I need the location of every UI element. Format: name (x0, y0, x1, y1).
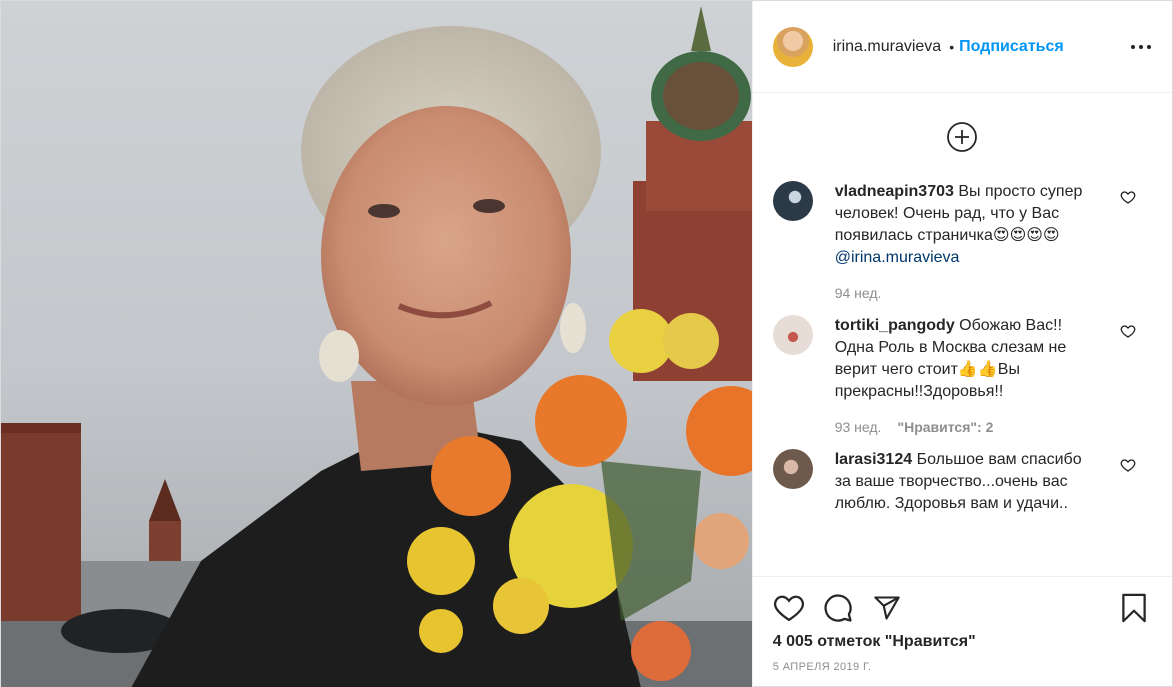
bookmark-icon[interactable] (1118, 592, 1150, 624)
comment-mention[interactable]: @irina.muravieva (835, 249, 960, 266)
more-options-icon[interactable] (1130, 36, 1152, 58)
comment-icon[interactable] (822, 592, 854, 624)
instagram-post: irina.muravieva • Подписаться vladneapin… (0, 0, 1173, 687)
comment-item: larasi3124 Большое вам спасибо за ваше т… (753, 449, 1172, 515)
likes-count[interactable]: 4 005 отметок "Нравится" (773, 633, 1152, 651)
comment-meta: 94 нед. (835, 285, 1097, 301)
comment-meta: 93 нед. "Нравится": 2 (835, 419, 1097, 435)
comment-like-heart-icon[interactable] (1120, 323, 1136, 339)
comment-username[interactable]: tortiki_pangody (835, 317, 955, 334)
paper-plane-icon[interactable] (871, 592, 903, 624)
post-date[interactable]: 5 апреля 2019 г. (773, 661, 1152, 673)
comments-list[interactable]: vladneapin3703 Вы просто супер человек! … (753, 93, 1172, 576)
comment-text: vladneapin3703 Вы просто супер человек! … (835, 181, 1097, 269)
comment-avatar[interactable] (772, 181, 813, 221)
comment-time[interactable]: 93 нед. (835, 419, 882, 435)
follow-button[interactable]: Подписаться (959, 38, 1064, 56)
comment-avatar[interactable] (772, 449, 813, 489)
post-actions-area: 4 005 отметок "Нравится" 5 апреля 2019 г… (752, 576, 1172, 687)
comment-like-heart-icon[interactable] (1120, 457, 1136, 473)
comment-body: tortiki_pangody Обожаю Вас!! Одна Роль в… (835, 315, 1097, 435)
author-username[interactable]: irina.muravieva (833, 38, 941, 56)
post-photo[interactable] (1, 1, 752, 687)
heart-icon[interactable] (773, 592, 805, 624)
load-more-comments (753, 93, 1172, 181)
post-side-panel: irina.muravieva • Подписаться vladneapin… (751, 1, 1172, 687)
comment-item: vladneapin3703 Вы просто супер человек! … (753, 181, 1172, 301)
comment-body: larasi3124 Большое вам спасибо за ваше т… (835, 449, 1097, 515)
comment-likes[interactable]: "Нравится": 2 (897, 419, 993, 435)
action-bar (773, 577, 1152, 639)
comment-time[interactable]: 94 нед. (835, 285, 882, 301)
comment-body: vladneapin3703 Вы просто супер человек! … (835, 181, 1097, 301)
header-separator: • (949, 38, 955, 55)
comment-username[interactable]: vladneapin3703 (835, 183, 954, 200)
post-image (1, 1, 752, 687)
post-header: irina.muravieva • Подписаться (752, 1, 1172, 93)
comment-text: larasi3124 Большое вам спасибо за ваше т… (835, 449, 1097, 515)
comment-like-heart-icon[interactable] (1120, 189, 1136, 205)
comment-text: tortiki_pangody Обожаю Вас!! Одна Роль в… (835, 315, 1097, 403)
comment-avatar[interactable] (772, 315, 813, 355)
plus-circle-icon[interactable] (946, 121, 978, 153)
comment-item: tortiki_pangody Обожаю Вас!! Одна Роль в… (753, 315, 1172, 435)
comment-username[interactable]: larasi3124 (835, 451, 912, 468)
author-avatar[interactable] (772, 26, 813, 67)
